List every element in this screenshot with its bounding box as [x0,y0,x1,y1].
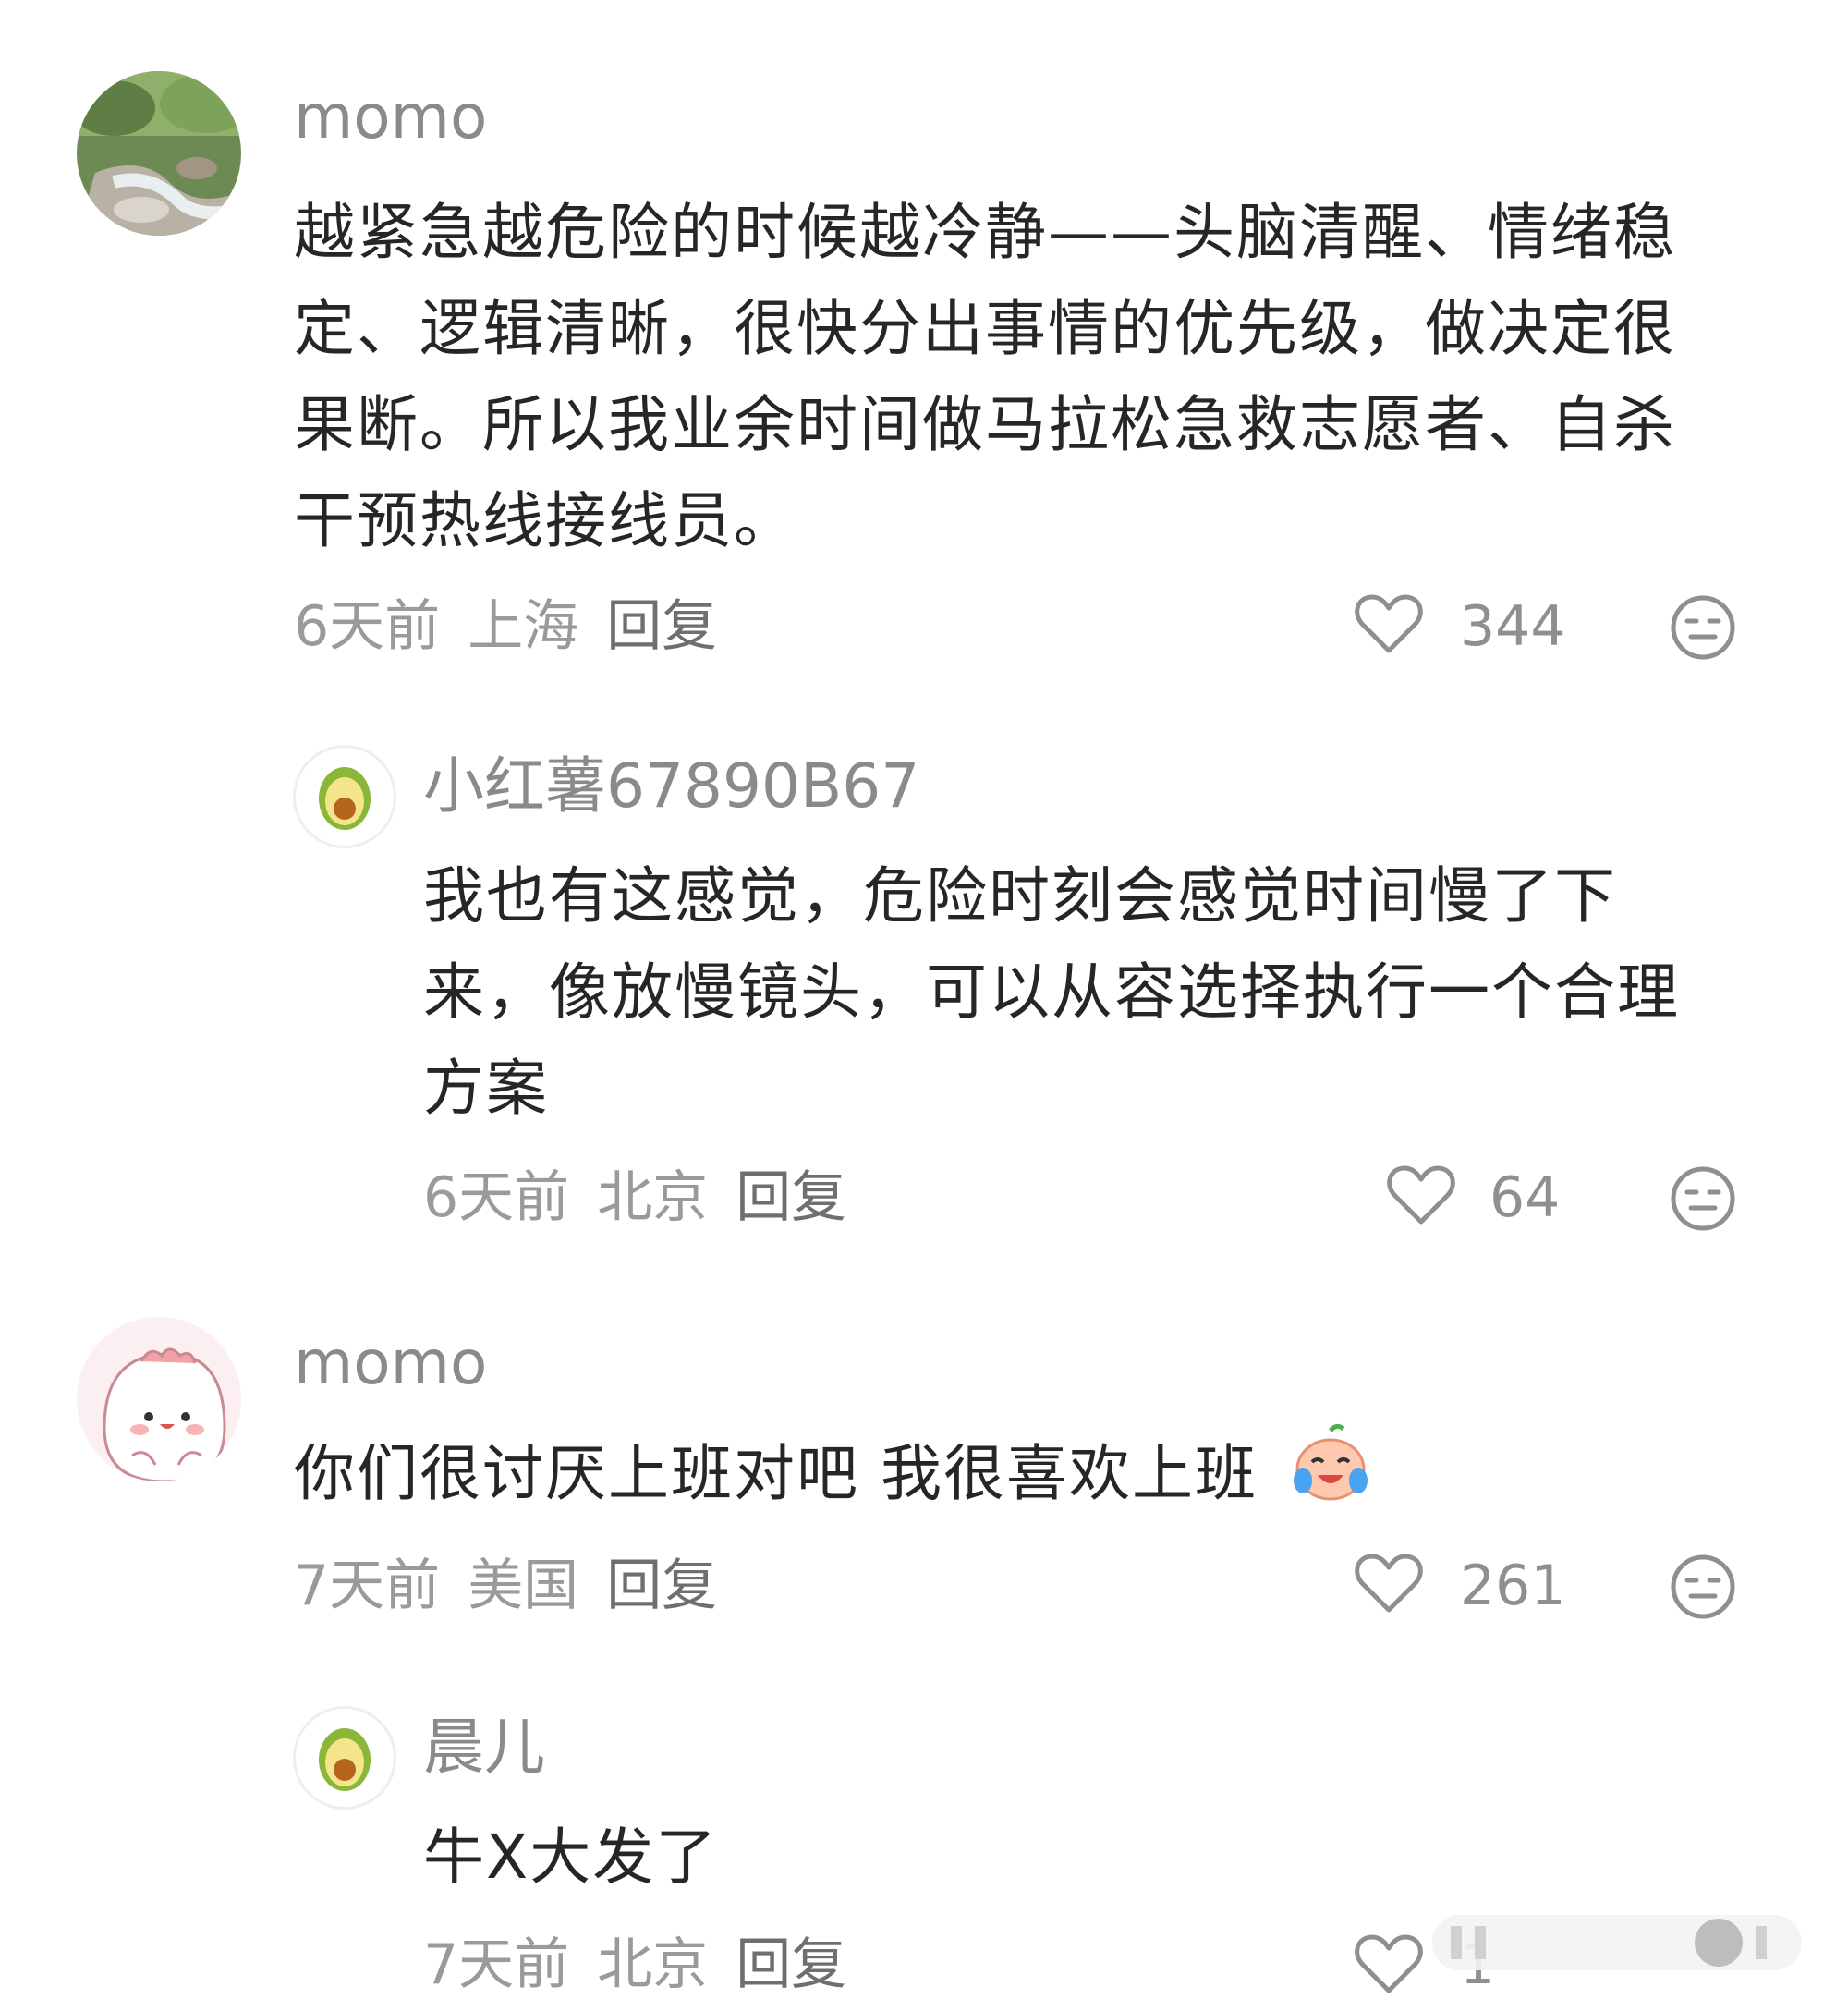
heart-outline-icon [1355,1934,1423,1993]
comment-time: 6天前 [294,594,441,659]
comment-username[interactable]: momo [294,87,487,148]
avocado-icon [319,1728,371,1791]
reply-location: 北京 [597,1932,709,1997]
watermark [1432,1906,1820,1983]
dislike-button[interactable] [1669,1553,1737,1625]
dislike-button[interactable] [1669,1164,1737,1237]
meh-face-icon [1671,1554,1735,1619]
avatar[interactable] [293,1706,396,1810]
comment-location: 上海 [468,594,579,659]
crying-laughing-peach-emoji [1288,1421,1373,1534]
comment-text: 你们很讨厌上班对吧 我很喜欢上班 [294,1421,1735,1534]
comment-location: 美国 [468,1554,579,1618]
heart-outline-icon [1355,1554,1423,1613]
avatar[interactable] [77,71,241,236]
avatar[interactable] [293,745,396,848]
reply-button[interactable]: 回复 [606,594,717,659]
like-count: 261 [1460,1554,1566,1618]
reply-meta: 6天前 北京 回复 [423,1170,874,1225]
like-button[interactable] [1354,1932,1424,2000]
avocado-icon [319,767,371,830]
reply-button[interactable]: 回复 [736,1165,846,1230]
like-button[interactable] [1354,591,1424,660]
reply-meta: 7天前 北京 回复 [423,1937,874,1993]
comment-text: 越紧急越危险的时候越冷静——头脑清醒、情绪稳定、逻辑清晰，很快分出事情的优先级，… [294,197,1676,556]
heart-outline-icon [1355,594,1423,653]
reply-button[interactable]: 回复 [606,1554,717,1618]
avatar[interactable] [77,1317,241,1481]
reply-time: 6天前 [423,1165,570,1230]
heart-outline-icon [1387,1165,1455,1225]
reply-username[interactable]: 晨儿 [423,1717,545,1778]
reply-time: 7天前 [423,1932,570,1997]
like-count: 64 [1489,1165,1561,1230]
meh-face-icon [1671,1166,1735,1231]
like-button[interactable] [1354,1551,1424,1619]
like-button[interactable] [1386,1163,1456,1231]
reply-button[interactable]: 回复 [736,1932,846,1997]
comment-text-content: 你们很讨厌上班对吧 我很喜欢上班 [294,1438,1258,1510]
reply-username[interactable]: 小红薯67890B67 [423,756,919,817]
reply-text: 牛X大发了 [423,1822,719,1893]
reply-location: 北京 [597,1165,709,1230]
reply-text: 我也有这感觉，危险时刻会感觉时间慢了下来，像放慢镜头，可以从容选择执行一个合理方… [423,860,1680,1124]
meh-face-icon [1671,595,1735,660]
dislike-button[interactable] [1669,593,1737,665]
comment-time: 7天前 [294,1554,441,1618]
comment-meta: 7天前 美国 回复 [294,1558,745,1614]
comment-meta: 6天前 上海 回复 [294,599,745,654]
like-count: 344 [1460,594,1566,659]
comment-username[interactable]: momo [294,1333,487,1394]
